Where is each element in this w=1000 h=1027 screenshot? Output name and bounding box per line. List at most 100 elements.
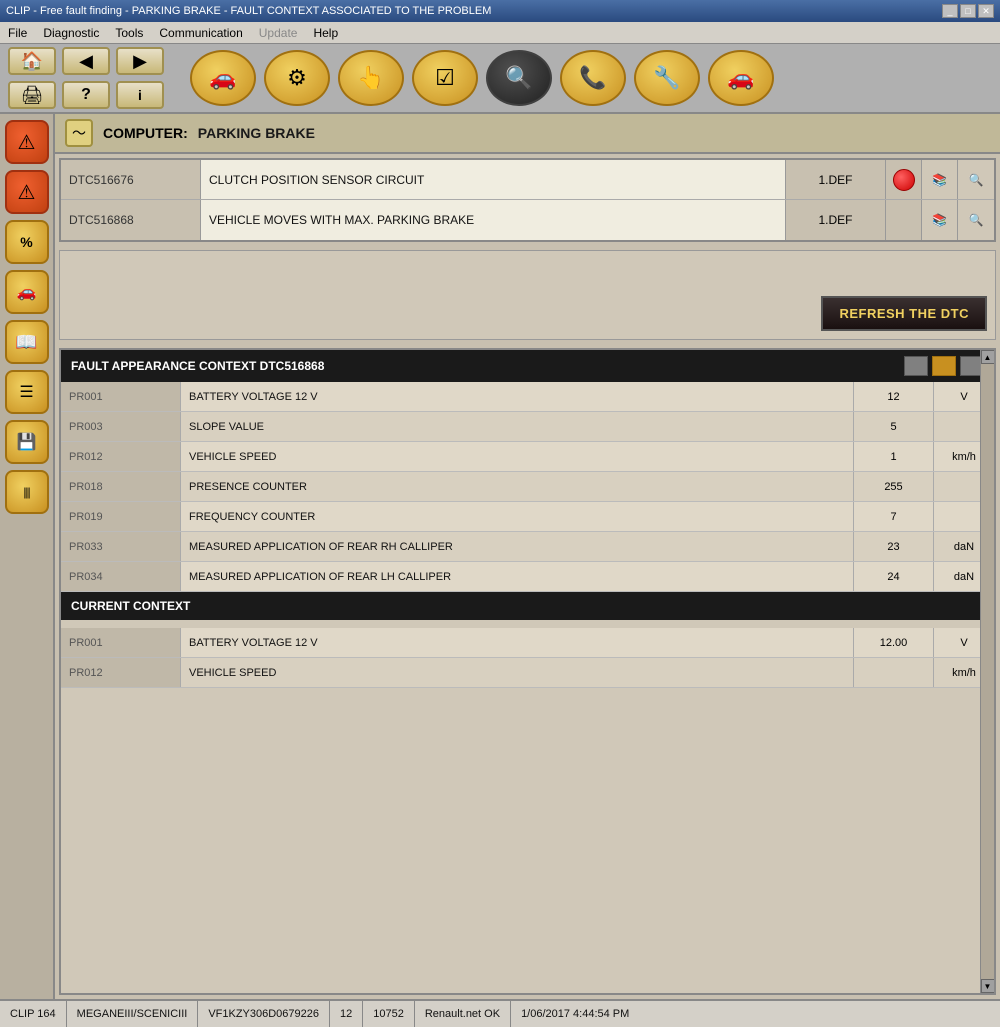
scrollbar[interactable]: ▲ ▼ [980, 350, 994, 993]
status-num2: 10752 [363, 1001, 415, 1027]
check-oval-btn[interactable]: ☑ [412, 50, 478, 106]
close-btn[interactable]: ✕ [978, 4, 994, 18]
ctx-row-pr019: PR019 FREQUENCY COUNTER 7 [61, 502, 994, 532]
phone-oval-btn[interactable]: 📞 [560, 50, 626, 106]
ctx-val-pr001: 12 [854, 382, 934, 411]
info-btn[interactable]: i [116, 81, 164, 109]
dtc-status-1: 1.DEF [786, 160, 886, 199]
wrench-oval-btn[interactable]: 🔧 [634, 50, 700, 106]
menu-bar: File Diagnostic Tools Communication Upda… [0, 22, 1000, 44]
scroll-up-btn[interactable]: ▲ [981, 350, 995, 364]
curr-ctx-desc-pr001: BATTERY VOLTAGE 12 V [181, 628, 854, 657]
status-bar: CLIP 164 MEGANEIII/SCENICIII VF1KZY306D0… [0, 999, 1000, 1027]
view-btn-1[interactable] [904, 356, 928, 376]
ctx-desc-pr001: BATTERY VOLTAGE 12 V [181, 382, 854, 411]
ctx-desc-pr019: FREQUENCY COUNTER [181, 502, 854, 531]
ctx-code-pr012: PR012 [61, 442, 181, 471]
ctx-desc-pr003: SLOPE VALUE [181, 412, 854, 441]
ctx-row-pr003: PR003 SLOPE VALUE 5 [61, 412, 994, 442]
sidebar-save-btn[interactable]: 💾 [5, 420, 49, 464]
ctx-val-pr034: 24 [854, 562, 934, 591]
sidebar-book-btn[interactable]: 📖 [5, 320, 49, 364]
sidebar-car-btn[interactable]: 🚗 [5, 270, 49, 314]
dtc-code-1: DTC516676 [61, 160, 201, 199]
curr-ctx-row-pr012: PR012 VEHICLE SPEED km/h [61, 658, 994, 688]
fault-context-header: FAULT APPEARANCE CONTEXT DTC516868 [61, 350, 994, 382]
menu-diagnostic[interactable]: Diagnostic [39, 25, 103, 41]
toolbar-row-top: 🏠 ◀ ▶ [8, 47, 164, 75]
dtc-book-btn-2[interactable]: 📚 [922, 200, 958, 240]
toolbar-left: 🏠 ◀ ▶ 🖨 ? i [8, 47, 164, 109]
dtc-indicator-2 [886, 200, 922, 240]
menu-file[interactable]: File [4, 25, 31, 41]
ctx-val-pr019: 7 [854, 502, 934, 531]
sidebar-list-btn[interactable]: ☰ [5, 370, 49, 414]
vehicle-oval-btn[interactable]: 🚗 [190, 50, 256, 106]
ctx-desc-pr018: PRESENCE COUNTER [181, 472, 854, 501]
ctx-row-pr001: PR001 BATTERY VOLTAGE 12 V 12 V [61, 382, 994, 412]
dtc-row-1: DTC516676 CLUTCH POSITION SENSOR CIRCUIT… [61, 160, 994, 200]
sidebar-barcode-btn[interactable]: ||| [5, 470, 49, 514]
dtc-indicator-1 [886, 160, 922, 199]
dtc-section: DTC516676 CLUTCH POSITION SENSOR CIRCUIT… [59, 158, 996, 242]
curr-ctx-code-pr012: PR012 [61, 658, 181, 687]
toolbar-row-bottom: 🖨 ? i [8, 81, 164, 109]
menu-update: Update [255, 25, 302, 41]
ctx-desc-pr033: MEASURED APPLICATION OF REAR RH CALLIPER [181, 532, 854, 561]
computer-label: COMPUTER: [103, 125, 188, 141]
print-btn[interactable]: 🖨 [8, 81, 56, 109]
title-text: CLIP - Free fault finding - PARKING BRAK… [6, 5, 491, 17]
transmission-oval-btn[interactable]: ⚙ [264, 50, 330, 106]
menu-help[interactable]: Help [309, 25, 342, 41]
main-layout: ⚠ ⚠ % 🚗 📖 ☰ 💾 ||| 〜 COMPUTER: PARKING BR… [0, 114, 1000, 999]
current-context-header: CURRENT CONTEXT [61, 592, 994, 620]
title-bar-buttons: _ □ ✕ [942, 4, 994, 18]
current-context-table: PR001 BATTERY VOLTAGE 12 V 12.00 V PR012… [61, 628, 994, 688]
sidebar-percent-btn[interactable]: % [5, 220, 49, 264]
car2-oval-btn[interactable]: 🚗 [708, 50, 774, 106]
menu-tools[interactable]: Tools [111, 25, 147, 41]
refresh-dtc-btn[interactable]: REFRESH THE DTC [821, 296, 987, 331]
current-context-title: CURRENT CONTEXT [71, 599, 190, 613]
touch-oval-btn[interactable]: 👆 [338, 50, 404, 106]
back-btn[interactable]: ◀ [62, 47, 110, 75]
dtc-zoom-btn-2[interactable]: 🔍 [958, 200, 994, 240]
dtc-desc-2: VEHICLE MOVES WITH MAX. PARKING BRAKE [201, 200, 786, 240]
forward-btn[interactable]: ▶ [116, 47, 164, 75]
computer-title: PARKING BRAKE [198, 125, 315, 141]
ctx-val-pr033: 23 [854, 532, 934, 561]
dtc-desc-1: CLUTCH POSITION SENSOR CIRCUIT [201, 160, 786, 199]
ctx-code-pr003: PR003 [61, 412, 181, 441]
curr-ctx-val-pr012 [854, 658, 934, 687]
home-btn[interactable]: 🏠 [8, 47, 56, 75]
dtc-zoom-btn-1[interactable]: 🔍 [958, 160, 994, 199]
ctx-code-pr001: PR001 [61, 382, 181, 411]
dtc-code-2: DTC516868 [61, 200, 201, 240]
faultsearch-oval-btn[interactable]: 🔍 [486, 50, 552, 106]
view-btn-2[interactable] [932, 356, 956, 376]
sidebar-warning1-btn[interactable]: ⚠ [5, 120, 49, 164]
ctx-desc-pr012: VEHICLE SPEED [181, 442, 854, 471]
ctx-val-pr003: 5 [854, 412, 934, 441]
toolbar: 🏠 ◀ ▶ 🖨 ? i 🚗 ⚙ 👆 ☑ 🔍 📞 🔧 🚗 [0, 44, 1000, 114]
curr-ctx-row-pr001: PR001 BATTERY VOLTAGE 12 V 12.00 V [61, 628, 994, 658]
minimize-btn[interactable]: _ [942, 4, 958, 18]
red-indicator-dot [893, 169, 915, 191]
ctx-code-pr034: PR034 [61, 562, 181, 591]
maximize-btn[interactable]: □ [960, 4, 976, 18]
oval-toolbar: 🚗 ⚙ 👆 ☑ 🔍 📞 🔧 🚗 [190, 50, 774, 106]
fault-context-title: FAULT APPEARANCE CONTEXT DTC516868 [71, 359, 324, 373]
help-btn[interactable]: ? [62, 81, 110, 109]
ctx-row-pr012: PR012 VEHICLE SPEED 1 km/h [61, 442, 994, 472]
menu-communication[interactable]: Communication [155, 25, 246, 41]
dtc-book-btn-1[interactable]: 📚 [922, 160, 958, 199]
ctx-row-pr018: PR018 PRESENCE COUNTER 255 [61, 472, 994, 502]
computer-header: 〜 COMPUTER: PARKING BRAKE [55, 114, 1000, 154]
computer-icon: 〜 [65, 119, 93, 147]
ctx-val-pr012: 1 [854, 442, 934, 471]
sidebar-warning2-btn[interactable]: ⚠ [5, 170, 49, 214]
status-datetime: 1/06/2017 4:44:54 PM [511, 1001, 639, 1027]
scroll-fill [981, 364, 995, 979]
scroll-down-btn[interactable]: ▼ [981, 979, 995, 993]
fault-context-table: PR001 BATTERY VOLTAGE 12 V 12 V PR003 SL… [61, 382, 994, 592]
